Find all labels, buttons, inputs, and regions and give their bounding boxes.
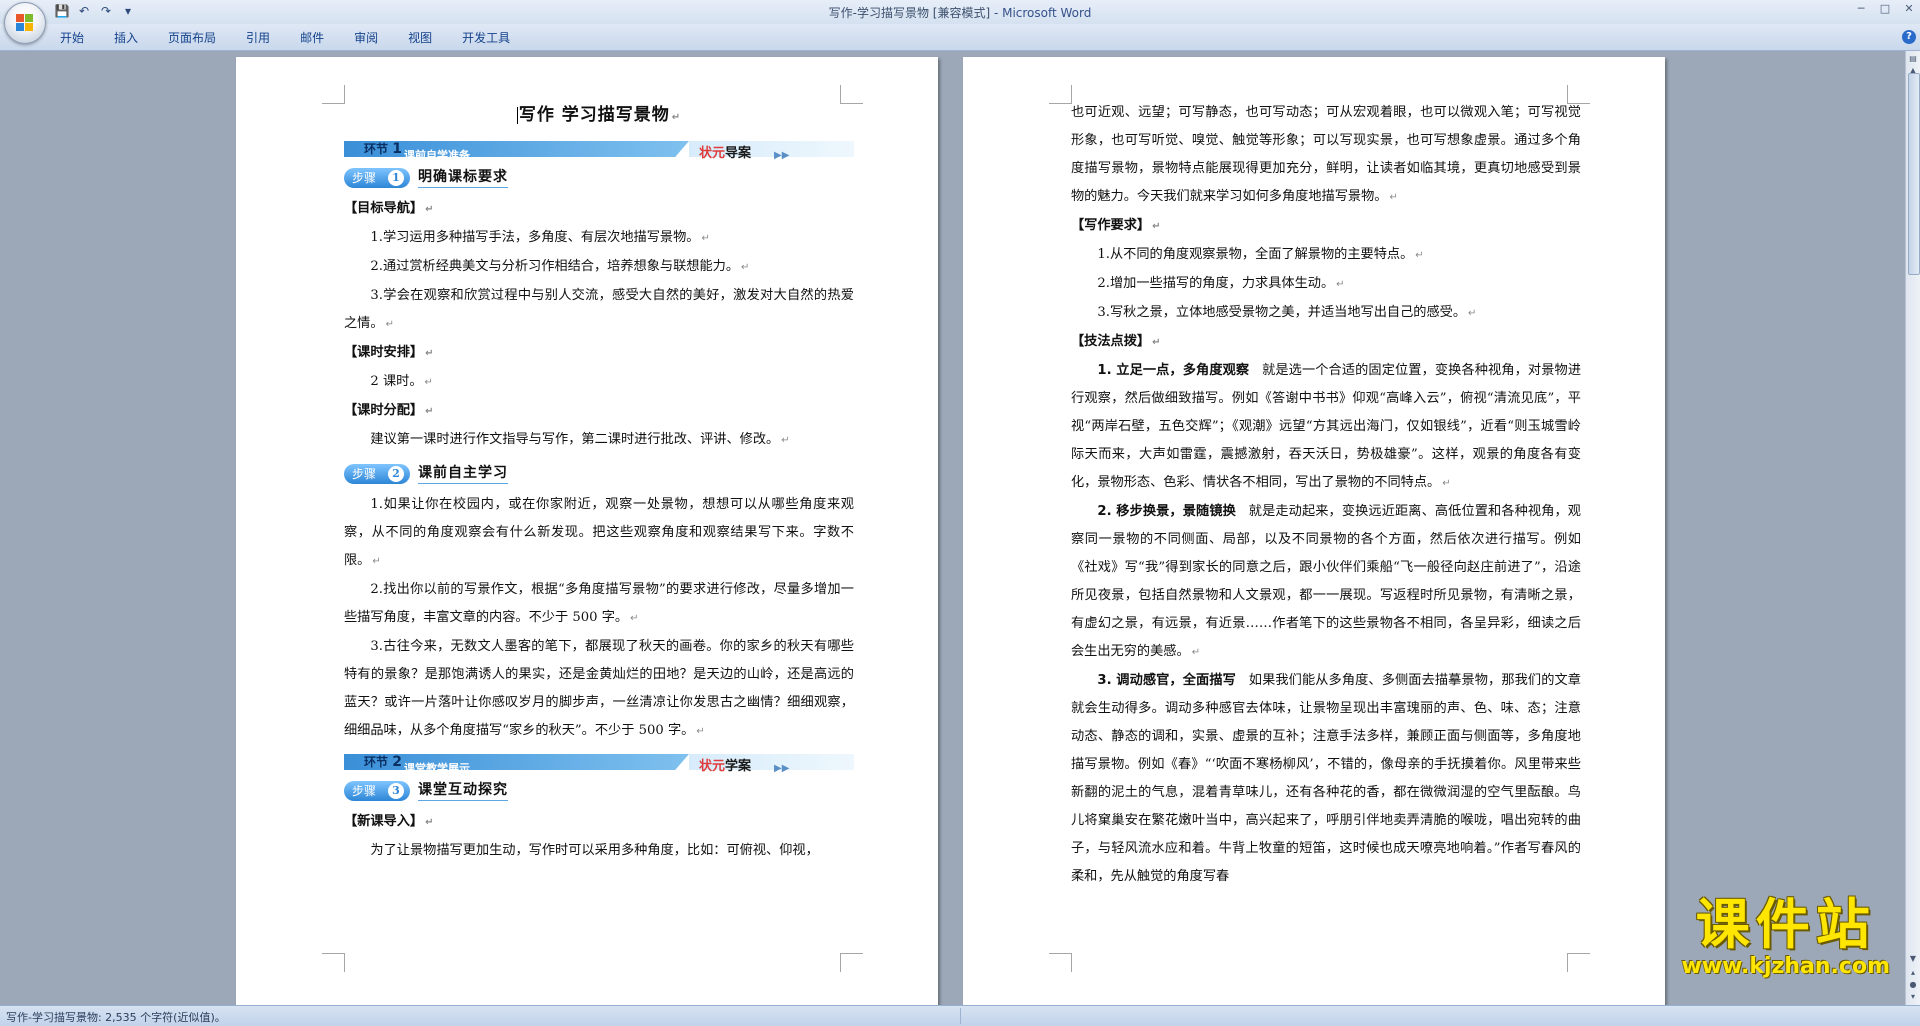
goal-item: 3.学会在观察和欣赏过程中与别人交流，感受大自然的美好，激发对大自然的热爱之情。… — [344, 288, 854, 331]
allocation-text: 建议第一课时进行作文指导与写作，第二课时进行批改、评讲、修改。 ↵ — [370, 432, 790, 447]
window-title: 写作-学习描写景物 [兼容模式] - Microsoft Word — [0, 4, 1920, 21]
task-item: 3.古往今来，无数文人墨客的笔下，都展现了秋天的画卷。你的家乡的秋天有哪些特有的… — [344, 639, 854, 738]
next-page-icon[interactable]: ▾ — [1907, 991, 1919, 1003]
tip-item: 1. 立足一点，多角度观察 就是选一个合适的固定位置，变换各种视角，对景物进行观… — [1071, 363, 1582, 490]
crop-mark — [322, 953, 345, 972]
tab-page-layout[interactable]: 页面布局 — [168, 29, 216, 46]
section-band-2: 环节 2 课堂教学展示 状元学案 ▶▶ — [344, 752, 854, 775]
ribbon-tabs: 开始 插入 页面布局 引用 邮件 审阅 视图 开发工具 — [60, 29, 540, 46]
goal-item: 1.学习运用多种描写手法，多角度、有层次地描写景物。 ↵ — [370, 230, 710, 245]
crop-mark — [840, 953, 863, 972]
page-1-content[interactable]: 写作 学习描写景物 ↵ 环节 1 课前自学准备 状元导案 ▶▶ 步骤 1 明确课标… — [344, 97, 854, 865]
crop-mark — [1567, 953, 1590, 972]
previous-page-icon[interactable]: ▴ — [1907, 967, 1919, 979]
title-bar: 💾 ↶ ↷ ▾ 写作-学习描写景物 [兼容模式] - Microsoft Wor… — [0, 0, 1920, 24]
page-1[interactable]: 写作 学习描写景物 ↵ 环节 1 课前自学准备 状元导案 ▶▶ 步骤 1 明确课标… — [236, 57, 938, 1005]
status-divider — [960, 1008, 961, 1024]
ribbon-tabs-bar: 开始 插入 页面布局 引用 邮件 审阅 视图 开发工具 ? — [0, 24, 1920, 51]
word-count-status[interactable]: 写作-学习描写景物: 2,535 个字符(近似值)。 — [6, 1009, 226, 1025]
tab-references[interactable]: 引用 — [246, 29, 270, 46]
step-title: 明确课标要求 — [418, 168, 508, 188]
watermark-url: www.kjzhan.com — [1681, 954, 1890, 979]
crop-mark — [322, 85, 345, 104]
step-title: 课前自主学习 — [418, 464, 508, 484]
tab-review[interactable]: 审阅 — [354, 29, 378, 46]
tip-item: 2. 移步换景，景随镜换 就是走动起来，变换远近距离、高低位置和各种视角，观察同… — [1071, 504, 1581, 659]
crop-mark — [1049, 953, 1072, 972]
app-name: - Microsoft Word — [990, 6, 1092, 20]
help-icon[interactable]: ? — [1902, 30, 1916, 44]
requirement-item: 3.写秋之景，立体地感受景物之美，并适当地写出自己的感受。 ↵ — [1097, 305, 1477, 320]
step-heading-2: 步骤 2 课前自主学习 — [344, 461, 854, 487]
tip-item: 3. 调动感官，全面描写 如果我们能从多角度、多侧面去描摹景物，那我们的文章就会… — [1071, 673, 1581, 884]
goal-heading: 【目标导航】 ↵ — [344, 201, 434, 216]
status-bar: 写作-学习描写景物: 2,535 个字符(近似值)。 — [0, 1005, 1920, 1026]
step-number: 2 — [388, 466, 404, 482]
requirement-item: 1.从不同的角度观察景物，全面了解景物的主要特点。 ↵ — [1097, 247, 1424, 262]
crop-mark — [1049, 85, 1072, 104]
browse-object-icon[interactable]: ● — [1907, 979, 1919, 991]
office-button[interactable] — [4, 2, 46, 44]
band-tail: 状元导案 — [699, 146, 752, 161]
tab-developer[interactable]: 开发工具 — [462, 29, 510, 46]
intro-continued: 也可近观、远望；可写静态，也可写动态；可从宏观着眼，也可以微观入笔；可写视觉形象… — [1071, 105, 1581, 204]
scroll-down-icon[interactable]: ▼ — [1907, 953, 1919, 965]
schedule-text: 2 课时。 ↵ — [370, 374, 433, 389]
minimize-button[interactable]: ─ — [1854, 2, 1868, 15]
page-2[interactable]: 也可近观、远望；可写静态，也可写动态；可从宏观着眼，也可以微观入笔；可写视觉形象… — [963, 57, 1665, 1005]
watermark-main: 课件站 — [1695, 893, 1876, 956]
allocation-heading: 【课时分配】 ↵ — [344, 403, 434, 418]
tab-insert[interactable]: 插入 — [114, 29, 138, 46]
doc-title: 写作 学习描写景物 ↵ — [516, 105, 682, 125]
step-heading-3: 步骤 3 课堂互动探究 — [344, 778, 854, 804]
band-tail: 状元学案 — [699, 759, 752, 774]
ruler-toggle-icon[interactable]: ▤ — [1907, 53, 1919, 65]
intro-heading: 【新课导入】 ↵ — [344, 814, 434, 829]
requirements-heading: 【写作要求】 ↵ — [1071, 218, 1161, 233]
step-title: 课堂互动探究 — [418, 781, 508, 801]
page-2-content[interactable]: 也可近观、远望；可写静态，也可写动态；可从宏观着眼，也可以微观入笔；可写视觉形象… — [1071, 99, 1581, 891]
office-logo-icon — [16, 14, 34, 32]
task-item: 1.如果让你在校园内，或在你家附近，观察一处景物，想想可以从哪些角度来观察，从不… — [344, 497, 854, 568]
vertical-scrollbar[interactable]: ▤ ▲ ▼ ▴ ● ▾ — [1905, 51, 1920, 1005]
tab-home[interactable]: 开始 — [60, 29, 84, 46]
watermark-logo: 课件站 www.kjzhan.com — [1681, 893, 1890, 980]
goal-item: 2.通过赏析经典美文与分析习作相结合，培养想象与联想能力。 ↵ — [370, 259, 750, 274]
document-title: 写作-学习描写景物 [兼容模式] — [828, 6, 991, 20]
band-prefix: 环节 2 — [364, 754, 402, 770]
band-prefix: 环节 1 — [364, 141, 402, 157]
text-cursor — [516, 106, 518, 124]
maximize-button[interactable]: □ — [1878, 2, 1892, 15]
step-heading-1: 步骤 1 明确课标要求 — [344, 165, 854, 191]
schedule-heading: 【课时安排】 ↵ — [344, 345, 434, 360]
tab-view[interactable]: 视图 — [408, 29, 432, 46]
step-number: 3 — [388, 783, 404, 799]
scroll-thumb[interactable] — [1908, 73, 1920, 275]
task-item: 2.找出你以前的写景作文，根据“多角度描写景物”的要求进行修改，尽量多增加一些描… — [344, 582, 854, 625]
section-band-1: 环节 1 课前自学准备 状元导案 ▶▶ — [344, 139, 854, 162]
requirement-item: 2.增加一些描写的角度，力求具体生动。 ↵ — [1097, 276, 1345, 291]
document-area[interactable]: 写作 学习描写景物 ↵ 环节 1 课前自学准备 状元导案 ▶▶ 步骤 1 明确课标… — [0, 51, 1906, 1005]
close-button[interactable]: ✕ — [1902, 2, 1916, 15]
window-controls: ─ □ ✕ — [1854, 2, 1916, 15]
intro-text: 为了让景物描写更加生动，写作时可以采用多种角度，比如：可俯视、仰视， — [370, 843, 819, 858]
step-number: 1 — [388, 170, 404, 186]
tips-heading: 【技法点拨】 ↵ — [1071, 334, 1161, 349]
tab-mailings[interactable]: 邮件 — [300, 29, 324, 46]
